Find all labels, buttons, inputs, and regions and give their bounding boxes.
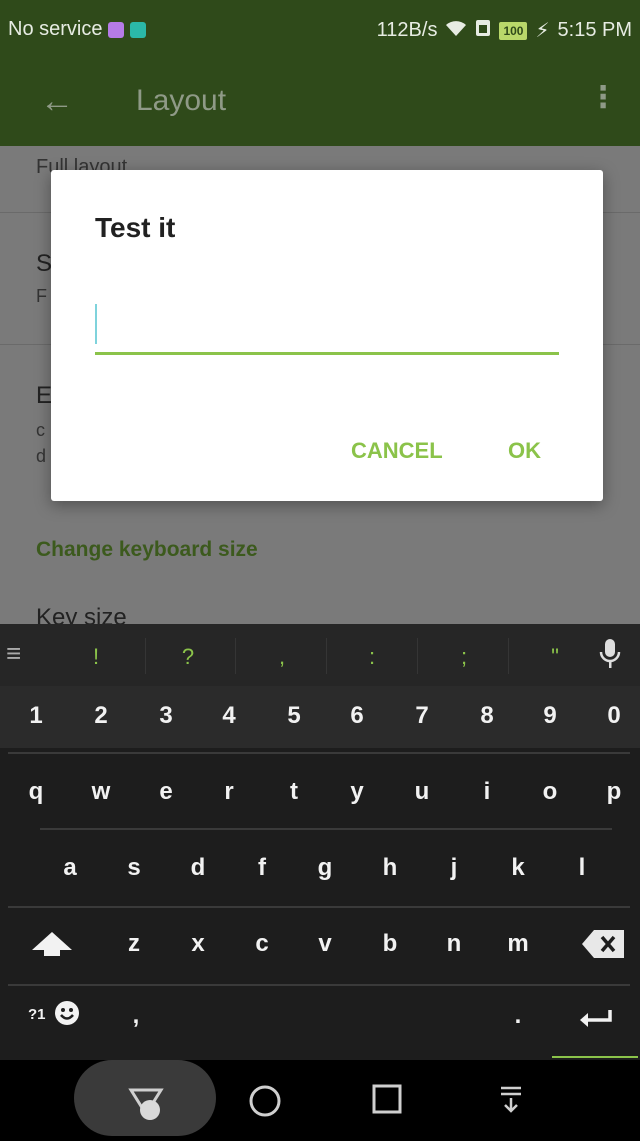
key-v[interactable]: v (305, 930, 345, 958)
key-y[interactable]: y (337, 778, 377, 806)
microphone-icon[interactable] (598, 638, 622, 675)
period-key[interactable]: . (508, 1002, 528, 1030)
key-z[interactable]: z (114, 930, 154, 958)
suggestion-key[interactable]: ! (66, 644, 126, 670)
wifi-icon (445, 19, 467, 43)
space-bar[interactable] (170, 996, 460, 1046)
comma-key[interactable]: , (126, 1002, 146, 1030)
app-bar: ← Layout ⋮ (0, 62, 640, 146)
setting-title[interactable]: Key size (36, 604, 127, 624)
key-q[interactable]: q (16, 778, 56, 806)
text-cursor (95, 304, 97, 344)
key-l[interactable]: l (562, 854, 602, 882)
recents-nav-icon[interactable] (372, 1084, 402, 1119)
back-arrow-icon[interactable]: ← (40, 82, 74, 121)
emoji-icon[interactable] (54, 1000, 80, 1031)
key-e[interactable]: e (146, 778, 186, 806)
letter-row-3: z x c v b n m (0, 908, 640, 984)
hide-keyboard-icon[interactable] (498, 1084, 524, 1119)
bottom-row: ?1 , . (0, 986, 640, 1060)
key-2[interactable]: 2 (81, 702, 121, 730)
notification-icon (130, 21, 147, 38)
suggestion-key[interactable]: " (525, 644, 585, 670)
back-nav-icon[interactable] (128, 1084, 164, 1125)
key-w[interactable]: w (81, 778, 121, 806)
key-r[interactable]: r (209, 778, 249, 806)
setting-subtitle: c (36, 420, 45, 440)
battery-icon: 100 (499, 21, 528, 40)
key-p[interactable]: p (594, 778, 634, 806)
key-t[interactable]: t (274, 778, 314, 806)
symbols-key[interactable]: ?1 (28, 1006, 46, 1023)
key-c[interactable]: c (242, 930, 282, 958)
letter-row-2: a s d f g h j k l (0, 830, 640, 906)
number-row: 1 2 3 4 5 6 7 8 9 0 (0, 686, 640, 748)
setting-title[interactable]: S (36, 250, 52, 278)
home-nav-icon[interactable] (248, 1084, 282, 1123)
key-o[interactable]: o (530, 778, 570, 806)
page-title: Layout (136, 84, 227, 117)
ok-button[interactable]: OK (508, 438, 541, 464)
sim-icon (475, 19, 491, 43)
navigation-bar (0, 1060, 640, 1141)
charging-icon: ⚡ (535, 20, 550, 42)
separator (417, 638, 418, 674)
key-u[interactable]: u (402, 778, 442, 806)
notification-icon (108, 21, 125, 38)
test-dialog: Test it CANCEL OK (51, 170, 603, 501)
suggestion-strip: ≡ ! ? , : ; " (0, 624, 640, 686)
test-input[interactable] (95, 300, 559, 355)
setting-subtitle: d (36, 446, 47, 466)
setting-subtitle: F (36, 286, 47, 306)
backspace-icon[interactable] (580, 928, 626, 965)
section-header: Change keyboard size (36, 538, 258, 561)
key-s[interactable]: s (114, 854, 154, 882)
key-h[interactable]: h (370, 854, 410, 882)
cancel-button[interactable]: CANCEL (351, 438, 443, 464)
suggestion-key[interactable]: : (342, 644, 402, 670)
menu-icon[interactable]: ≡ (6, 638, 21, 669)
key-5[interactable]: 5 (274, 702, 314, 730)
soft-keyboard: ≡ ! ? , : ; " 1 2 3 4 5 6 7 8 9 0 q w e … (0, 624, 640, 1060)
key-b[interactable]: b (370, 930, 410, 958)
separator (145, 638, 146, 674)
key-j[interactable]: j (434, 854, 474, 882)
network-speed: 112B/s (376, 19, 438, 41)
key-0[interactable]: 0 (594, 702, 634, 730)
setting-title[interactable]: E (36, 382, 52, 410)
key-4[interactable]: 4 (209, 702, 249, 730)
letter-row-1: q w e r t y u i o p (0, 754, 640, 830)
separator (508, 638, 509, 674)
carrier-label: No service (8, 18, 103, 40)
key-n[interactable]: n (434, 930, 474, 958)
more-options-icon[interactable]: ⋮ (588, 80, 618, 115)
shift-icon[interactable] (30, 930, 74, 963)
key-m[interactable]: m (498, 930, 538, 958)
key-a[interactable]: a (50, 854, 90, 882)
key-7[interactable]: 7 (402, 702, 442, 730)
dialog-title: Test it (95, 212, 176, 243)
key-3[interactable]: 3 (146, 702, 186, 730)
key-1[interactable]: 1 (16, 702, 56, 730)
key-6[interactable]: 6 (337, 702, 377, 730)
suggestion-key[interactable]: , (252, 644, 312, 670)
key-9[interactable]: 9 (530, 702, 570, 730)
separator (326, 638, 327, 674)
key-k[interactable]: k (498, 854, 538, 882)
key-f[interactable]: f (242, 854, 282, 882)
suggestion-key[interactable]: ; (434, 644, 494, 670)
clock: 5:15 PM (557, 19, 632, 41)
key-x[interactable]: x (178, 930, 218, 958)
key-d[interactable]: d (178, 854, 218, 882)
separator (235, 638, 236, 674)
key-i[interactable]: i (467, 778, 507, 806)
key-8[interactable]: 8 (467, 702, 507, 730)
key-g[interactable]: g (305, 854, 345, 882)
enter-key[interactable] (552, 986, 638, 1058)
status-bar: No service 112B/s 100 ⚡ 5:15 PM (0, 0, 640, 62)
suggestion-key[interactable]: ? (158, 644, 218, 670)
